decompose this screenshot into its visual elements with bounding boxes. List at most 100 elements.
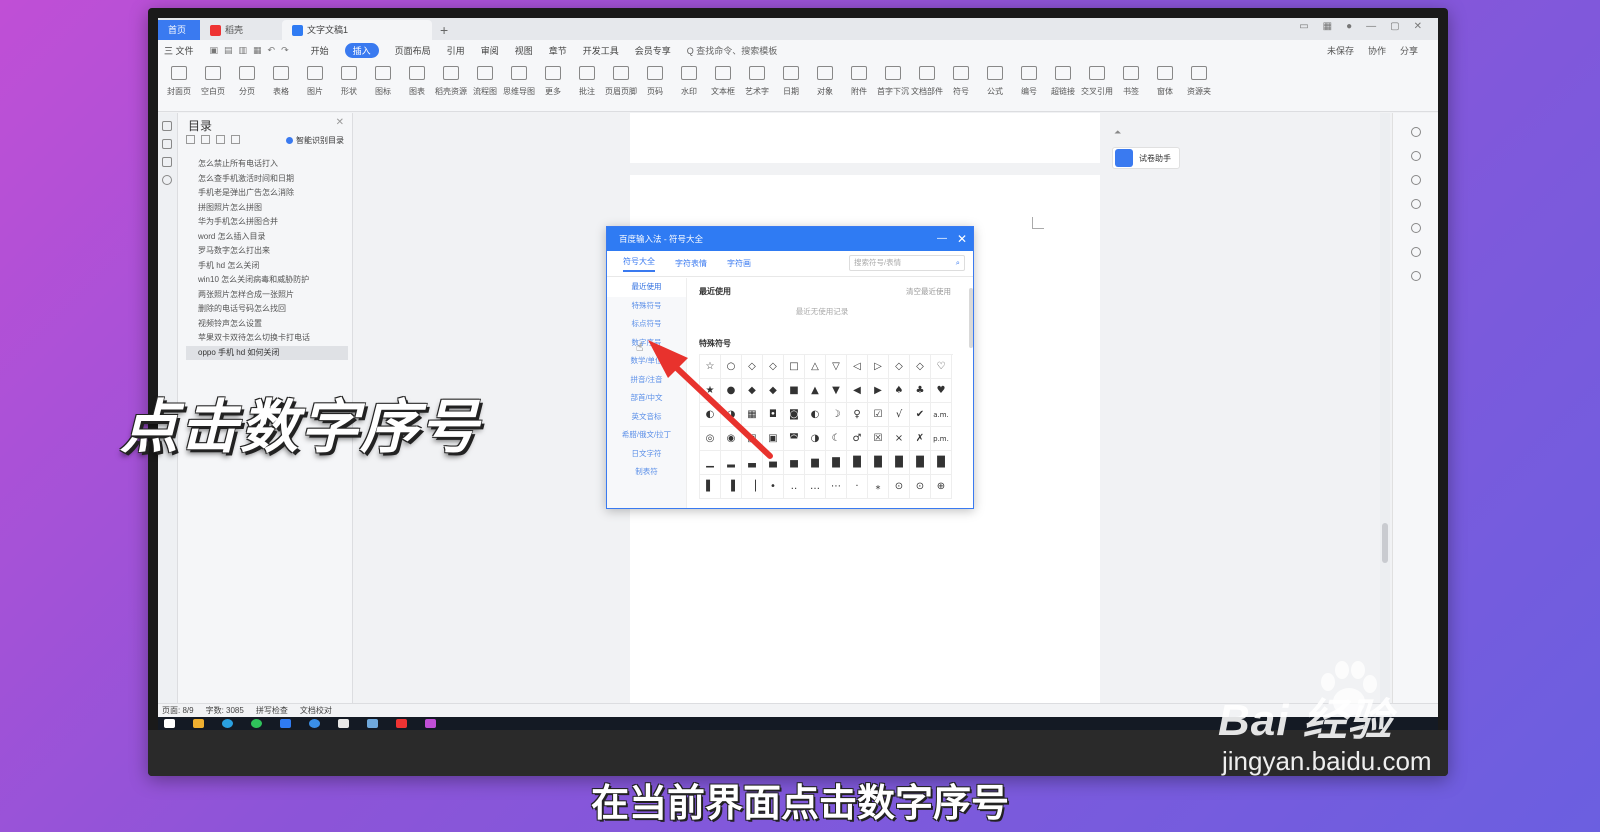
menu-reference[interactable]: 引用 <box>447 44 465 57</box>
tab-emoticons[interactable]: 字符表情 <box>675 258 707 269</box>
symbol-search-input[interactable]: 搜索符号/表情 ⌕ <box>849 255 965 271</box>
symbol-cell[interactable]: ● <box>721 379 742 403</box>
unsaved-status[interactable]: 未保存 <box>1327 44 1354 57</box>
ribbon-button[interactable]: 首字下沉 <box>876 60 910 111</box>
ribbon-button[interactable]: 公式 <box>978 60 1012 111</box>
menu-devtools[interactable]: 开发工具 <box>583 44 619 57</box>
ribbon-button[interactable]: 表格 <box>264 60 298 111</box>
notes-icon[interactable] <box>338 719 349 728</box>
toc-item[interactable]: 罗马数字怎么打出来 <box>186 244 348 259</box>
symbol-cell[interactable]: ◆ <box>763 379 784 403</box>
toc-item[interactable]: 两张照片怎样合成一张照片 <box>186 288 348 303</box>
ribbon-button[interactable]: 页码 <box>638 60 672 111</box>
tab-ascii-art[interactable]: 字符画 <box>727 258 751 269</box>
menu-member[interactable]: 会员专享 <box>635 44 671 57</box>
ribbon-button[interactable]: 艺术字 <box>740 60 774 111</box>
bookmark-icon[interactable] <box>162 157 172 167</box>
symbol-category[interactable]: 标点符号 <box>607 315 686 334</box>
dialog-scrollbar[interactable] <box>969 288 973 348</box>
symbol-cell[interactable]: ▣ <box>742 427 763 451</box>
symbol-category[interactable]: 拼音/注音 <box>607 371 686 390</box>
maximize-icon[interactable]: ▢ <box>1390 21 1399 32</box>
symbol-cell[interactable]: ◀ <box>847 379 868 403</box>
symbol-cell[interactable]: • <box>763 475 784 499</box>
symbol-cell[interactable]: ◇ <box>742 355 763 379</box>
toc-level-icon[interactable] <box>216 135 225 144</box>
word-count[interactable]: 字数: 3085 <box>206 705 244 716</box>
symbol-cell[interactable]: ◁ <box>847 355 868 379</box>
symbol-category[interactable]: 英文音标 <box>607 408 686 427</box>
minimize-icon[interactable]: — <box>937 227 947 251</box>
ribbon-button[interactable]: 分页 <box>230 60 264 111</box>
app-icon[interactable] <box>367 719 378 728</box>
share-button[interactable]: 分享 <box>1400 44 1418 57</box>
symbol-cell[interactable]: ◘ <box>763 403 784 427</box>
symbol-cell[interactable]: ▐ <box>721 475 742 499</box>
grid-icon[interactable]: ▦ <box>1323 21 1332 32</box>
adjust-icon[interactable] <box>1410 199 1421 209</box>
vertical-scrollbar[interactable] <box>1380 113 1390 703</box>
toc-item[interactable]: 怎么查手机激活时间和日期 <box>186 172 348 187</box>
symbol-cell[interactable]: ▽ <box>826 355 847 379</box>
symbol-cell[interactable]: ◑ <box>805 427 826 451</box>
help-icon[interactable] <box>1410 223 1421 233</box>
ribbon-button[interactable]: 超链接 <box>1046 60 1080 111</box>
ribbon-button[interactable]: 批注 <box>570 60 604 111</box>
command-search[interactable]: Q 查找命令、搜索模板 <box>687 44 778 57</box>
menu-file[interactable]: 三 文件 <box>164 44 194 57</box>
ribbon-button[interactable]: 书签 <box>1114 60 1148 111</box>
symbol-cell[interactable]: ▅ <box>784 451 805 475</box>
toc-item[interactable]: word 怎么插入目录 <box>186 230 348 245</box>
symbol-cell[interactable]: ☾ <box>826 427 847 451</box>
symbol-cell[interactable]: ⊕ <box>931 475 952 499</box>
symbol-cell[interactable]: ◚ <box>784 427 805 451</box>
symbol-cell[interactable]: · <box>847 475 868 499</box>
symbol-cell[interactable]: ▼ <box>826 379 847 403</box>
symbol-cell[interactable]: ▂ <box>721 451 742 475</box>
ribbon-button[interactable]: 页眉页脚 <box>604 60 638 111</box>
symbol-cell[interactable]: ♂ <box>847 427 868 451</box>
select-icon[interactable] <box>1410 175 1421 185</box>
symbol-cell[interactable]: ◉ <box>721 427 742 451</box>
ribbon-button[interactable]: 更多 <box>536 60 570 111</box>
ribbon-button[interactable]: 空白页 <box>196 60 230 111</box>
symbol-cell[interactable]: ◇ <box>763 355 784 379</box>
ribbon-button[interactable]: 日期 <box>774 60 808 111</box>
spell-check-toggle[interactable]: 拼写检查 <box>256 705 288 716</box>
wps-icon[interactable] <box>396 719 407 728</box>
toc-settings-icon[interactable] <box>231 135 240 144</box>
symbol-cell[interactable]: ▄ <box>763 451 784 475</box>
page-count[interactable]: 页面: 8/9 <box>162 705 194 716</box>
ribbon-button[interactable]: 形状 <box>332 60 366 111</box>
new-tab-button[interactable]: + <box>432 20 456 40</box>
collaborate-button[interactable]: 协作 <box>1368 44 1386 57</box>
clear-recent-button[interactable]: 清空最近使用 <box>906 286 951 297</box>
symbol-cell[interactable]: ◐ <box>805 403 826 427</box>
ribbon-button[interactable]: 图表 <box>400 60 434 111</box>
symbol-cell[interactable]: △ <box>805 355 826 379</box>
smart-toc-button[interactable]: 智能识别目录 <box>286 135 344 146</box>
toc-close-icon[interactable]: ✕ <box>336 117 344 128</box>
layout-icon[interactable]: ▭ <box>1299 21 1308 32</box>
symbol-cell[interactable]: ◇ <box>889 355 910 379</box>
ribbon-button[interactable]: 稻壳资源 <box>434 60 468 111</box>
symbol-cell[interactable]: × <box>889 427 910 451</box>
symbol-cell[interactable]: ■ <box>784 379 805 403</box>
capture-icon[interactable] <box>425 719 436 728</box>
quick-access-icons[interactable]: ▣▤▥▦↶↷ <box>210 45 295 56</box>
ribbon-button[interactable]: 图片 <box>298 60 332 111</box>
symbol-cell[interactable]: ▲ <box>805 379 826 403</box>
symbol-cell[interactable]: █ <box>910 451 931 475</box>
toc-item[interactable]: 拼图照片怎么拼图 <box>186 201 348 216</box>
symbol-cell[interactable]: □ <box>784 355 805 379</box>
symbol-cell[interactable]: █ <box>931 451 952 475</box>
symbol-cell[interactable]: ♥ <box>931 379 952 403</box>
symbol-cell[interactable]: √ <box>889 403 910 427</box>
search-icon[interactable]: ⌕ <box>956 256 960 270</box>
scroll-thumb[interactable] <box>1382 523 1388 563</box>
tab-symbols[interactable]: 符号大全 <box>623 256 655 272</box>
symbol-cell[interactable]: a.m. <box>931 403 952 427</box>
symbol-cell[interactable]: ◆ <box>742 379 763 403</box>
symbol-category[interactable]: 数学/单位 <box>607 352 686 371</box>
symbol-cell[interactable]: ☑ <box>868 403 889 427</box>
